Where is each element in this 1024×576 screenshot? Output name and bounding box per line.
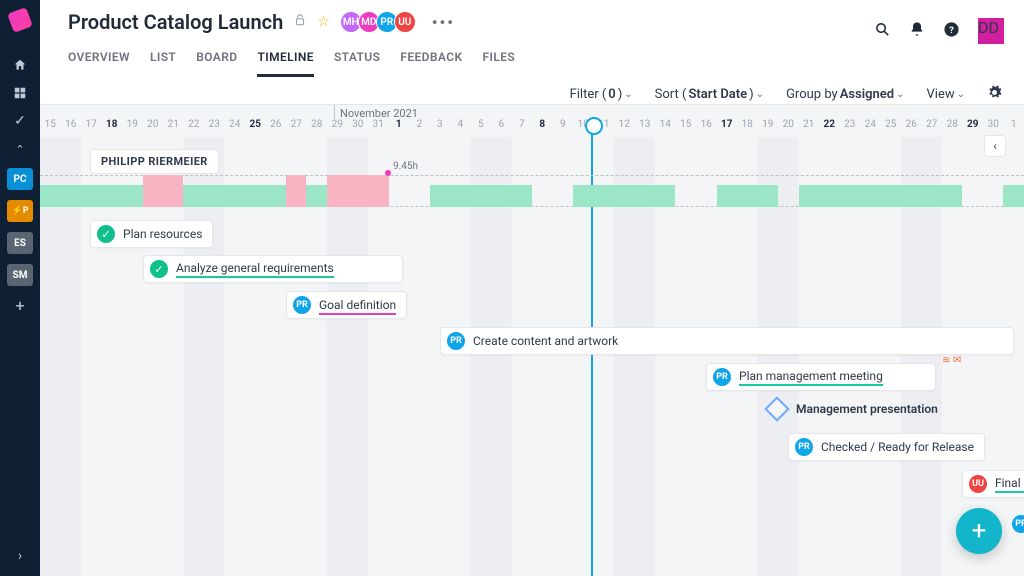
milestone[interactable]: Management presentation: [768, 400, 938, 418]
tab-feedback[interactable]: FEEDBACK: [400, 44, 462, 77]
assignee-avatar: PR: [293, 296, 311, 314]
task-card[interactable]: PR Plan management meeting: [706, 363, 936, 391]
expand-sidebar-icon[interactable]: ›: [18, 548, 22, 564]
avatar[interactable]: UU: [394, 11, 416, 33]
assignee-avatar: PR: [447, 332, 465, 350]
project-es[interactable]: ES: [7, 232, 33, 254]
capacity-value: 9.45h: [393, 161, 418, 172]
check-icon: ✓: [150, 260, 168, 278]
tab-files[interactable]: FILES: [482, 44, 515, 77]
project-sm[interactable]: SM: [7, 264, 33, 286]
capacity-strip: 9.45h: [40, 175, 1024, 207]
home-icon[interactable]: [11, 56, 29, 74]
main-area: Product Catalog Launch ☆ MH MD PR UU •••…: [40, 0, 1024, 576]
more-menu-icon[interactable]: •••: [432, 13, 455, 32]
task-title: Plan resources: [123, 227, 202, 241]
star-icon[interactable]: ☆: [317, 14, 330, 30]
tab-status[interactable]: STATUS: [334, 44, 380, 77]
task-card[interactable]: ✓ Plan resources: [90, 220, 213, 248]
group-button[interactable]: Group by Assigned ⌄: [786, 87, 904, 102]
task-card[interactable]: PR Goal definition: [286, 291, 407, 319]
member-avatars[interactable]: MH MD PR UU: [344, 11, 416, 33]
tasks-icon[interactable]: ✓: [11, 112, 29, 130]
milestone-icon: [764, 396, 789, 421]
task-card[interactable]: UU Final pre: [962, 470, 1024, 498]
milestone-title: Management presentation: [796, 402, 938, 416]
check-icon: ✓: [97, 225, 115, 243]
task-card-peek[interactable]: PR: [1012, 515, 1024, 533]
task-card[interactable]: PR Create content and artwork: [440, 327, 1014, 355]
project-bp[interactable]: ⚡P: [7, 200, 33, 222]
lock-icon[interactable]: [293, 13, 307, 31]
tab-board[interactable]: BOARD: [196, 44, 237, 77]
task-title: Analyze general requirements: [176, 261, 334, 278]
task-card[interactable]: PR Checked / Ready for Release: [788, 433, 985, 461]
task-card[interactable]: ✓ Analyze general requirements: [143, 255, 403, 283]
view-button[interactable]: View ⌄: [927, 87, 966, 102]
app-sidebar: ✓ ⌃ PC ⚡P ES SM + ›: [0, 0, 40, 576]
timeline-toolbar: Filter (0) ⌄ Sort (Start Date) ⌄ Group b…: [40, 77, 1024, 104]
task-title: Final pre: [995, 476, 1024, 493]
task-flags: ≋ ✉: [942, 355, 961, 366]
timeline[interactable]: November 2021 15161718192021222324252627…: [40, 104, 1024, 576]
dashboard-icon[interactable]: [11, 84, 29, 102]
task-title: Goal definition: [319, 298, 396, 312]
tab-timeline[interactable]: TIMELINE: [257, 44, 314, 77]
assignee-avatar: PR: [795, 438, 813, 456]
header-actions: ? DD: [874, 18, 1004, 44]
assignee-avatar: UU: [969, 475, 987, 493]
add-task-fab[interactable]: +: [956, 508, 1002, 554]
task-title: Create content and artwork: [473, 334, 618, 348]
svg-text:?: ?: [949, 25, 954, 36]
help-icon[interactable]: ?: [943, 21, 960, 42]
sort-button[interactable]: Sort (Start Date) ⌄: [655, 87, 764, 102]
bell-icon[interactable]: [909, 21, 925, 41]
task-title: Plan management meeting: [739, 369, 883, 386]
gear-icon[interactable]: [987, 85, 1002, 104]
task-title: Checked / Ready for Release: [821, 440, 974, 454]
add-project-button[interactable]: +: [15, 296, 24, 315]
tab-overview[interactable]: OVERVIEW: [68, 44, 130, 77]
capacity-dot: [385, 170, 391, 176]
page-title: Product Catalog Launch: [68, 10, 283, 34]
filter-button[interactable]: Filter (0) ⌄: [570, 87, 633, 102]
scroll-left-button[interactable]: ‹: [984, 135, 1006, 157]
collapse-up-icon[interactable]: ⌃: [11, 140, 29, 158]
app-logo[interactable]: [7, 7, 33, 33]
view-tabs: OVERVIEW LIST BOARD TIMELINE STATUS FEED…: [68, 44, 1004, 77]
swimlane-label[interactable]: PHILIPP RIERMEIER: [90, 149, 219, 174]
assignee-avatar: PR: [713, 368, 731, 386]
tab-list[interactable]: LIST: [150, 44, 176, 77]
search-icon[interactable]: [874, 21, 891, 42]
project-pc[interactable]: PC: [7, 168, 33, 190]
user-avatar[interactable]: DD: [978, 18, 1004, 44]
day-scale: 1516171819202122232425262728293031123456…: [40, 119, 1024, 137]
header: Product Catalog Launch ☆ MH MD PR UU •••…: [40, 0, 1024, 77]
